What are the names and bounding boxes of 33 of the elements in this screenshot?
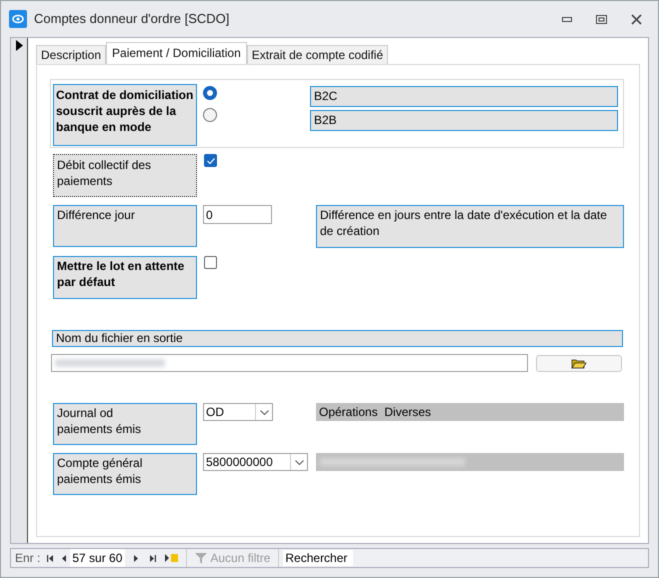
dropdown[interactable]: 5800000000 [203, 453, 308, 471]
field-label: Débit collectif des paiements [53, 154, 197, 197]
restore-icon[interactable] [596, 14, 607, 24]
field-label: Mettre le lot en attente par défaut [53, 256, 197, 299]
option-label: B2B [310, 110, 618, 131]
chevron-down-icon[interactable] [255, 404, 272, 420]
tab[interactable]: Description [36, 45, 106, 64]
folder-icon [571, 357, 587, 369]
input-field[interactable]: 0 [203, 205, 272, 224]
minimize-icon[interactable] [562, 16, 572, 22]
field-label: Nom du fichier en sortie [52, 330, 623, 347]
radio-button[interactable] [203, 108, 217, 122]
tab[interactable]: Extrait de compte codifié [246, 45, 388, 64]
field-label: Différence jour [53, 205, 197, 247]
checkbox[interactable] [204, 154, 217, 167]
checkbox[interactable] [204, 256, 217, 269]
window-title: Comptes donneur d'ordre [SCDO] [34, 10, 230, 28]
app-icon [9, 10, 27, 28]
chevron-down-icon[interactable] [290, 454, 307, 470]
option-label: B2C [310, 86, 618, 107]
field-description: Opérations Diverses [316, 403, 624, 421]
field-label: Journal od paiements émis [53, 403, 197, 445]
browse-button[interactable] [536, 354, 622, 372]
radio-button[interactable] [203, 86, 217, 100]
close-icon[interactable] [631, 14, 642, 24]
field-label: Contrat de domiciliation souscrit auprès de la banque en mode [53, 84, 197, 146]
blurred-field[interactable] [51, 354, 528, 372]
record-selector-icon[interactable] [16, 40, 23, 51]
field-description: Différence en jours entre la date d'exécution et la date de création [316, 205, 624, 248]
dropdown[interactable]: OD [203, 403, 273, 421]
checkmark-icon [206, 158, 214, 164]
tab[interactable]: Paiement / Domiciliation [106, 42, 247, 64]
field-label: Compte général paiements émis [53, 453, 197, 495]
